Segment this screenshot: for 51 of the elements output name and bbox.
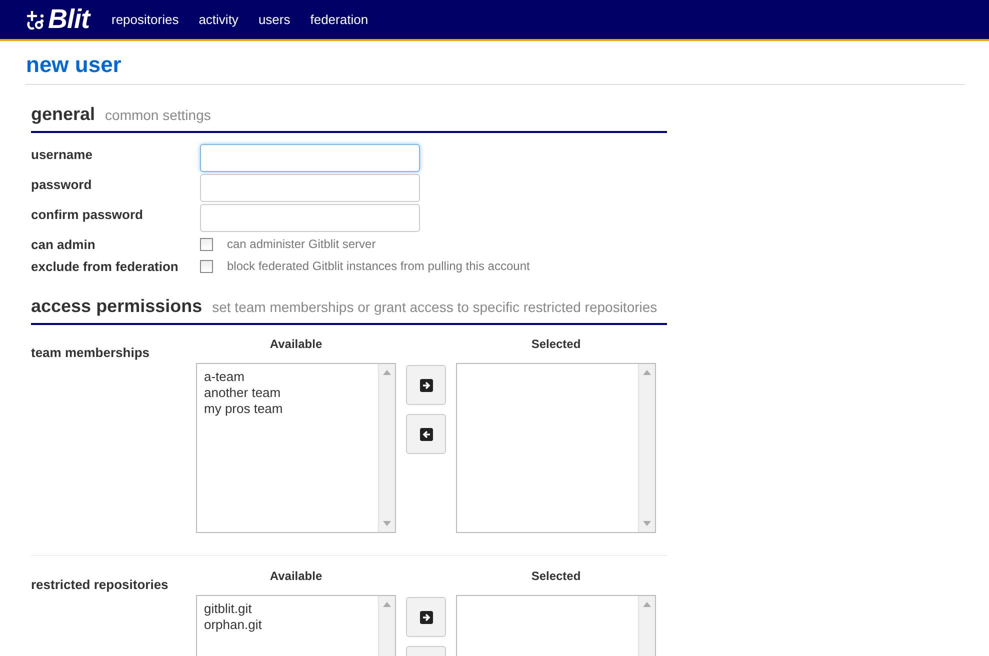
right-arrow-icon: [420, 610, 432, 624]
add-button[interactable]: [406, 365, 446, 405]
column-title: Available: [270, 337, 322, 353]
field-label: can admin: [31, 236, 96, 252]
list-option[interactable]: gitblit.git: [204, 601, 252, 617]
scrollbar[interactable]: [638, 364, 655, 532]
scrollbar[interactable]: [378, 364, 395, 532]
scroll-down-icon[interactable]: [383, 521, 391, 526]
scroll-up-icon[interactable]: [643, 370, 651, 375]
checkbox-hint: block federated Gitblit instances from pulling this account: [227, 259, 530, 273]
checkbox[interactable]: [200, 260, 213, 272]
nav-link[interactable]: users: [258, 12, 290, 27]
list-option[interactable]: a-team: [204, 369, 244, 385]
section-title: general: [31, 104, 96, 125]
section-subtitle: set team memberships or grant access to specific restricted repositories: [212, 299, 658, 315]
field-label: exclude from federation: [31, 258, 180, 274]
field-label: username: [31, 146, 94, 162]
scroll-up-icon[interactable]: [643, 602, 651, 607]
section-title: access permissions: [31, 296, 202, 317]
scroll-up-icon[interactable]: [383, 370, 391, 375]
logo-text[interactable]: Blit: [48, 4, 90, 35]
nav-link[interactable]: activity: [198, 12, 238, 27]
list-box[interactable]: [456, 363, 656, 533]
add-button[interactable]: [406, 597, 446, 637]
field-label: password: [31, 176, 93, 192]
left-arrow-icon: [420, 428, 432, 440]
checkbox-hint: can administer Gitblit server: [227, 237, 376, 251]
input-field[interactable]: [200, 144, 420, 172]
list-box[interactable]: a-team another team my pros team: [196, 363, 396, 533]
checkbox[interactable]: [200, 238, 213, 250]
nav-link[interactable]: federation: [310, 12, 368, 27]
section-subtitle: common settings: [105, 107, 211, 123]
list-box[interactable]: gitblit.git orphan.git: [196, 595, 396, 656]
nav-link[interactable]: repositories: [112, 12, 179, 27]
list-option[interactable]: my pros team: [204, 401, 283, 417]
field-label: restricted repositories: [31, 576, 170, 592]
right-arrow-icon: [420, 378, 432, 392]
column-title: Available: [270, 569, 322, 585]
scroll-up-icon[interactable]: [383, 602, 391, 607]
input-field[interactable]: [200, 204, 420, 232]
scroll-down-icon[interactable]: [643, 521, 651, 526]
list-option[interactable]: another team: [204, 385, 281, 401]
column-title: Selected: [531, 337, 581, 353]
column-title: Selected: [531, 569, 581, 585]
remove-button[interactable]: [406, 414, 446, 454]
input-field[interactable]: [200, 174, 420, 202]
field-label: team memberships: [31, 344, 150, 360]
page-title: new user: [25, 51, 965, 85]
logo-icon: [26, 8, 46, 30]
list-option[interactable]: orphan.git: [204, 617, 262, 633]
field-label: confirm password: [31, 206, 144, 222]
